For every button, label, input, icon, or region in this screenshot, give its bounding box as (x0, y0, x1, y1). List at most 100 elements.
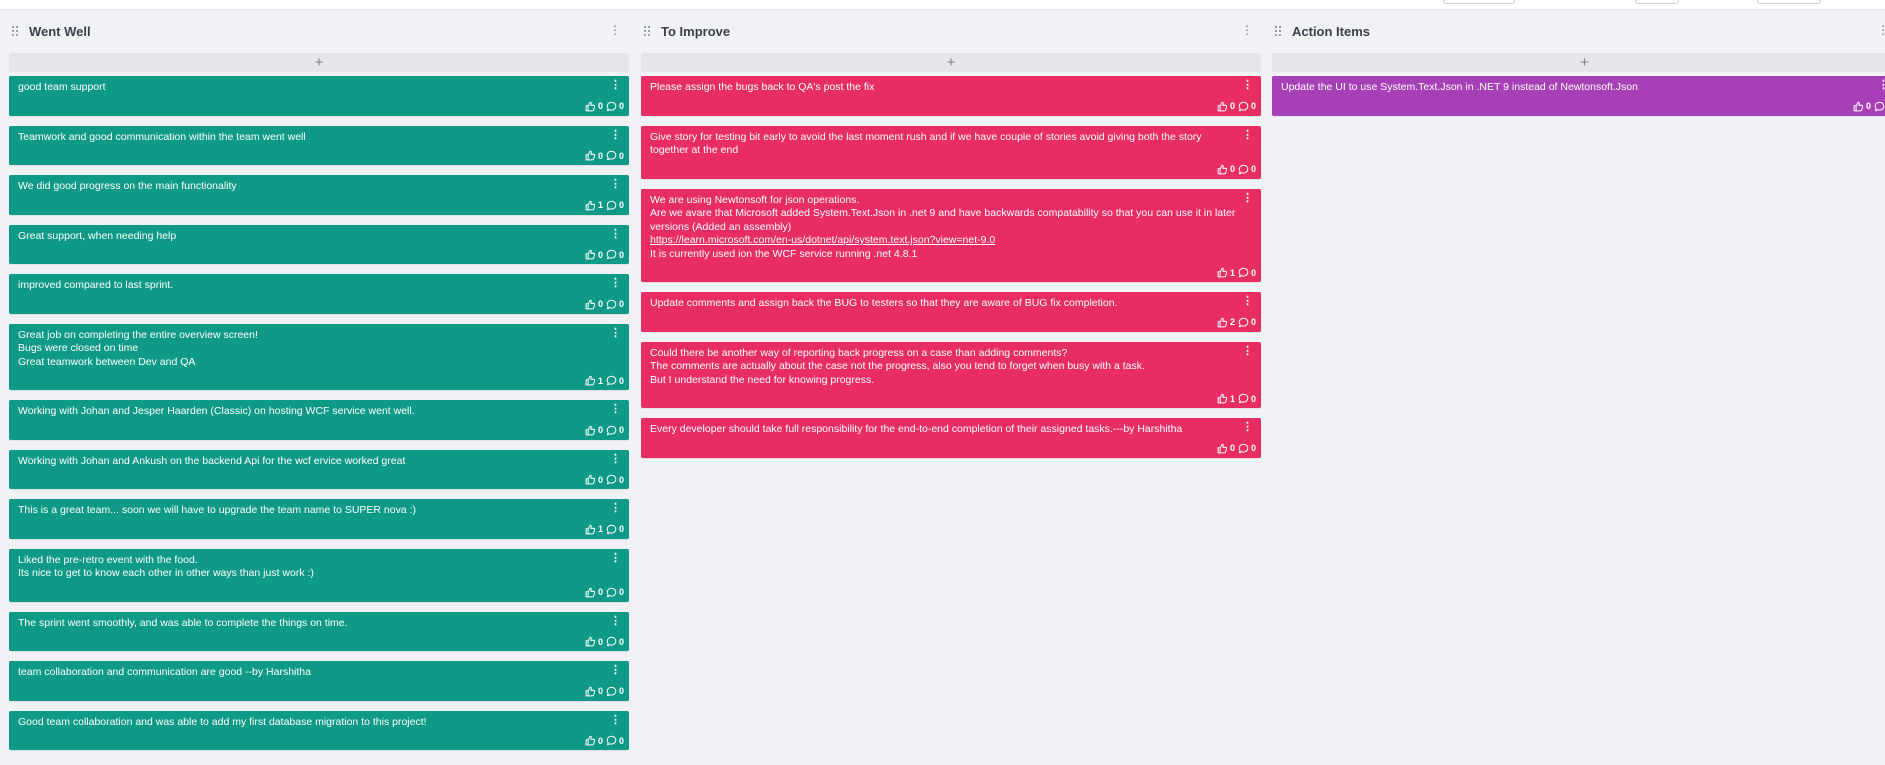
retro-card[interactable]: good team support ⋮ 0 0 (9, 76, 629, 116)
card-menu-icon[interactable]: ⋮ (610, 552, 621, 564)
card-menu-icon[interactable]: ⋮ (1878, 79, 1885, 91)
comment-icon[interactable] (606, 299, 617, 310)
retro-card[interactable]: Update comments and assign back the BUG … (641, 292, 1261, 332)
card-menu-icon[interactable]: ⋮ (610, 615, 621, 627)
thumbs-up-icon[interactable] (585, 735, 596, 746)
card-menu-icon[interactable]: ⋮ (1242, 192, 1253, 204)
comment-icon[interactable] (606, 636, 617, 647)
comment-icon[interactable] (606, 150, 617, 161)
comment-icon[interactable] (1238, 393, 1249, 404)
retro-card[interactable]: Update the UI to use System.Text.Json in… (1272, 76, 1885, 116)
retro-card[interactable]: Every developer should take full respons… (641, 418, 1261, 458)
card-text: Teamwork and good communication within t… (18, 131, 605, 145)
card-menu-icon[interactable]: ⋮ (610, 502, 621, 514)
thumbs-up-icon[interactable] (585, 200, 596, 211)
thumbs-up-icon[interactable] (585, 474, 596, 485)
card-text-content: Please assign the bugs back to QA's post… (650, 81, 875, 93)
add-card-button[interactable]: + (641, 53, 1261, 72)
retro-card[interactable]: Liked the pre-retro event with the food.… (9, 548, 629, 602)
card-menu-icon[interactable]: ⋮ (610, 228, 621, 240)
card-menu-icon[interactable]: ⋮ (1242, 129, 1253, 141)
thumbs-up-icon[interactable] (585, 150, 596, 161)
card-menu-icon[interactable]: ⋮ (1242, 421, 1253, 433)
thumbs-up-icon[interactable] (1217, 443, 1228, 454)
toolbar-control[interactable] (1443, 0, 1515, 4)
comment-icon[interactable] (606, 735, 617, 746)
drag-handle-icon[interactable] (1275, 26, 1283, 36)
card-link[interactable]: https://learn.microsoft.com/en-us/dotnet… (650, 234, 995, 246)
comment-icon[interactable] (1238, 317, 1249, 328)
comment-icon[interactable] (606, 587, 617, 598)
retro-card[interactable]: This is a great team... soon we will hav… (9, 499, 629, 539)
toolbar-control[interactable] (1635, 0, 1679, 4)
card-menu-icon[interactable]: ⋮ (610, 714, 621, 726)
drag-handle-icon[interactable] (644, 26, 652, 36)
comment-count: 0 (618, 200, 624, 210)
comment-icon[interactable] (606, 686, 617, 697)
comment-icon[interactable] (1238, 267, 1249, 278)
retro-card[interactable]: Working with Johan and Ankush on the bac… (9, 449, 629, 489)
add-card-button[interactable]: + (9, 53, 629, 72)
card-menu-icon[interactable]: ⋮ (1242, 79, 1253, 91)
card-text-content: Good team collaboration and was able to … (18, 715, 427, 728)
comment-icon[interactable] (1238, 101, 1249, 112)
comment-icon[interactable] (606, 101, 617, 112)
comment-icon[interactable] (606, 200, 617, 211)
retro-card[interactable]: Great support, when needing help ⋮ 0 0 (9, 224, 629, 264)
card-text: Could there be another way of reporting … (650, 347, 1237, 388)
column-menu-icon[interactable]: ⋮ (1877, 23, 1885, 37)
card-menu-icon[interactable]: ⋮ (610, 178, 621, 190)
thumbs-up-icon[interactable] (585, 249, 596, 260)
like-count: 1 (597, 200, 603, 210)
comment-icon[interactable] (606, 524, 617, 535)
thumbs-up-icon[interactable] (1217, 393, 1228, 404)
card-menu-icon[interactable]: ⋮ (610, 453, 621, 465)
comment-icon[interactable] (1238, 443, 1249, 454)
thumbs-up-icon[interactable] (1853, 101, 1864, 112)
toolbar-control[interactable] (1757, 0, 1821, 4)
card-menu-icon[interactable]: ⋮ (610, 129, 621, 141)
card-menu-icon[interactable]: ⋮ (610, 277, 621, 289)
retro-card[interactable]: We did good progress on the main functio… (9, 175, 629, 215)
comment-icon[interactable] (606, 249, 617, 260)
drag-handle-icon[interactable] (12, 26, 20, 36)
thumbs-up-icon[interactable] (585, 101, 596, 112)
retro-card[interactable]: team collaboration and communication are… (9, 661, 629, 701)
column-menu-icon[interactable]: ⋮ (609, 23, 621, 37)
retro-card[interactable]: improved compared to last sprint. ⋮ 0 0 (9, 274, 629, 314)
thumbs-up-icon[interactable] (585, 375, 596, 386)
comment-icon[interactable] (1238, 164, 1249, 175)
retro-card[interactable]: The sprint went smoothly, and was able t… (9, 611, 629, 651)
card-menu-icon[interactable]: ⋮ (1242, 345, 1253, 357)
column-menu-icon[interactable]: ⋮ (1241, 23, 1253, 37)
retro-card[interactable]: Teamwork and good communication within t… (9, 125, 629, 165)
card-menu-icon[interactable]: ⋮ (610, 327, 621, 339)
retro-card[interactable]: Please assign the bugs back to QA's post… (641, 76, 1261, 116)
thumbs-up-icon[interactable] (585, 425, 596, 436)
thumbs-up-icon[interactable] (585, 524, 596, 535)
retro-card[interactable]: Could there be another way of reporting … (641, 341, 1261, 408)
retro-card[interactable]: Great job on completing the entire overv… (9, 323, 629, 390)
card-footer: 00 (1281, 100, 1885, 113)
thumbs-up-icon[interactable] (585, 686, 596, 697)
comment-icon[interactable] (606, 375, 617, 386)
retro-card[interactable]: We are using Newtonsoft for json operati… (641, 188, 1261, 282)
comment-icon[interactable] (606, 425, 617, 436)
comment-icon[interactable] (606, 474, 617, 485)
retro-card[interactable]: Good team collaboration and was able to … (9, 710, 629, 750)
retro-card[interactable]: Give story for testing bit early to avoi… (641, 125, 1261, 179)
thumbs-up-icon[interactable] (1217, 101, 1228, 112)
card-menu-icon[interactable]: ⋮ (610, 79, 621, 91)
thumbs-up-icon[interactable] (585, 587, 596, 598)
retro-card[interactable]: Working with Johan and Jesper Haarden (C… (9, 400, 629, 440)
thumbs-up-icon[interactable] (1217, 317, 1228, 328)
card-menu-icon[interactable]: ⋮ (610, 403, 621, 415)
card-menu-icon[interactable]: ⋮ (1242, 295, 1253, 307)
card-menu-icon[interactable]: ⋮ (610, 664, 621, 676)
add-card-button[interactable]: + (1272, 53, 1885, 72)
thumbs-up-icon[interactable] (1217, 164, 1228, 175)
comment-icon[interactable] (1874, 101, 1885, 112)
thumbs-up-icon[interactable] (585, 299, 596, 310)
thumbs-up-icon[interactable] (585, 636, 596, 647)
thumbs-up-icon[interactable] (1217, 267, 1228, 278)
